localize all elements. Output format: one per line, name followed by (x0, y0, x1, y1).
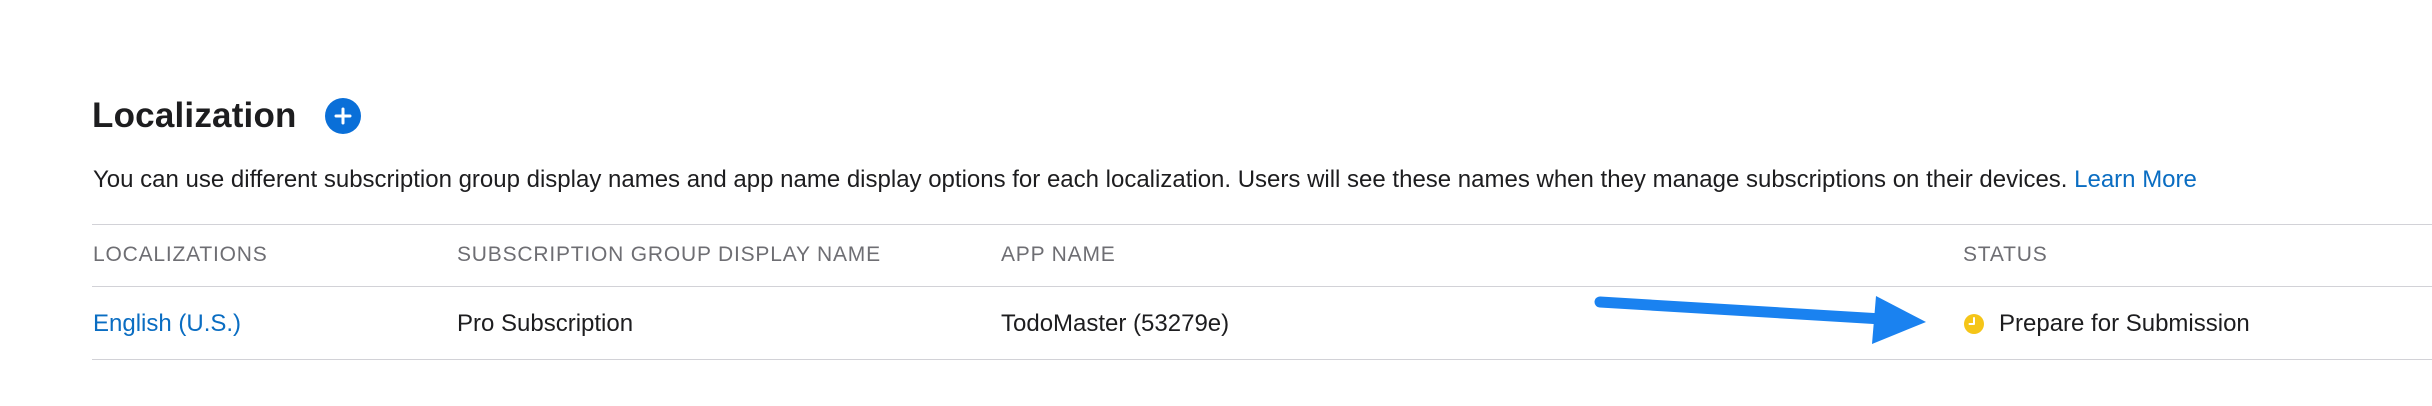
annotation-arrow-icon (1594, 296, 1926, 344)
section-header: Localization (92, 92, 361, 140)
add-localization-button[interactable] (324, 98, 361, 134)
column-header-status: STATUS (1963, 243, 2048, 266)
status-text: Prepare for Submission (1999, 310, 2250, 337)
display-name-cell: Pro Subscription (457, 310, 634, 337)
plus-circle-icon (334, 107, 352, 125)
status-cell: Prepare for Submission (1963, 307, 2250, 341)
header-divider (92, 286, 2432, 287)
column-header-display-name: SUBSCRIPTION GROUP DISPLAY NAME (457, 243, 881, 266)
clock-status-icon (1964, 314, 1984, 334)
app-name-cell: TodoMaster (53279e) (1001, 310, 1230, 337)
localization-link-english-us[interactable]: English (U.S.) (93, 307, 241, 341)
learn-more-link[interactable]: Learn More (2074, 166, 2197, 193)
description-text: You can use different subscription group… (93, 166, 2075, 193)
column-header-app-name: APP NAME (1001, 243, 1116, 266)
localization-section: Localization You can use different subsc… (0, 0, 2432, 406)
section-title: Localization (92, 96, 297, 135)
table-bottom-divider (92, 359, 2432, 360)
column-header-localizations: LOCALIZATIONS (93, 243, 268, 266)
table-top-divider (92, 224, 2432, 225)
section-description: You can use different subscription group… (93, 163, 2197, 197)
